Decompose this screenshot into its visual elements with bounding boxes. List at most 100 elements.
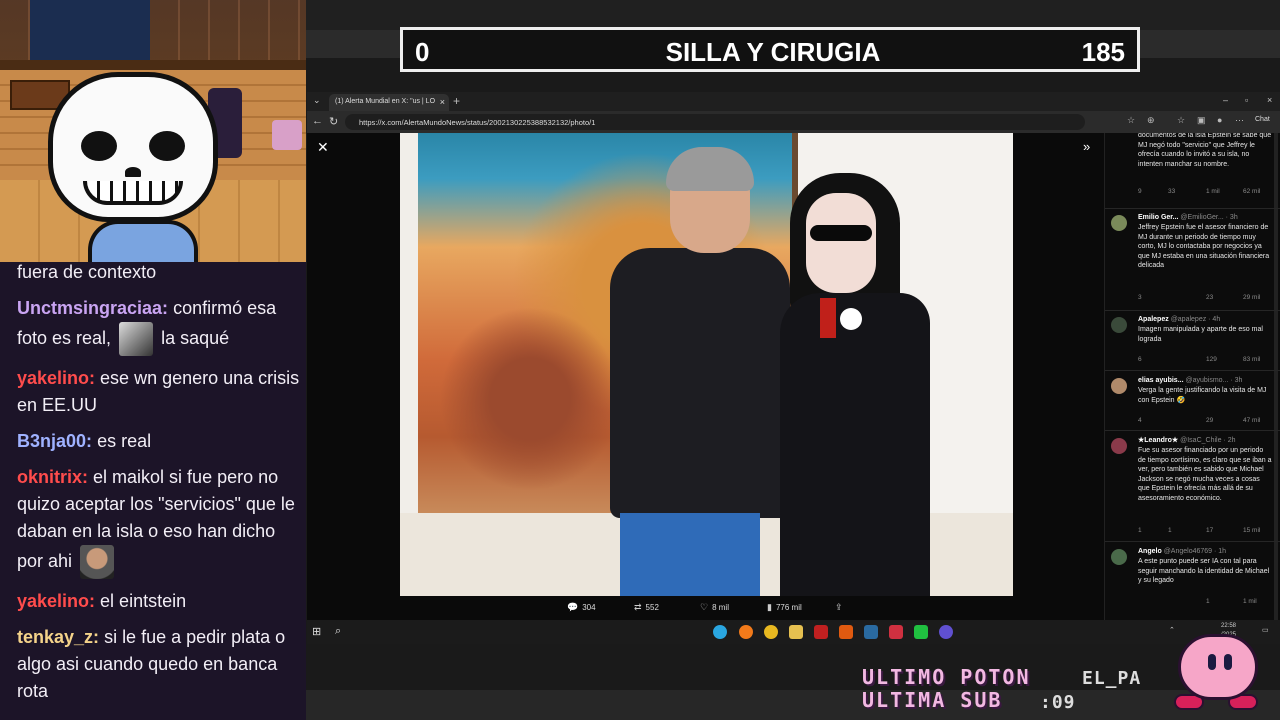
app-icon[interactable] — [814, 625, 828, 639]
photo-actions: 💬 304 ⇄ 552 ♡ 8 mil ▮ 776 mil ⇪ — [307, 596, 1104, 620]
more-icon[interactable]: ⋯ — [1235, 115, 1244, 126]
heart-icon: ♡ — [700, 602, 709, 612]
close-tab-icon[interactable]: × — [440, 97, 445, 107]
obs-icon[interactable] — [939, 625, 953, 639]
edge-icon[interactable] — [713, 625, 727, 639]
reply-text: Imagen manipulada y aparte de eso mal lo… — [1138, 326, 1263, 343]
search-icon[interactable]: ⌕ — [335, 625, 349, 639]
windows-icon[interactable]: ⊞ — [312, 625, 326, 639]
overlay-name: EL_PA — [1082, 668, 1142, 689]
chrome-icon[interactable] — [764, 625, 778, 639]
reply-tweet[interactable]: Angelo @Angelo46769 · 1h A este punto pu… — [1111, 547, 1273, 609]
close-window-icon[interactable]: × — [1267, 95, 1272, 105]
reply-header: elias ayubis... @ayubismo... · 3h — [1138, 377, 1243, 384]
chat-username[interactable]: tenkay_z: — [17, 627, 99, 647]
chat-message: Unctmsingraciaa: confirmó esa foto es re… — [17, 295, 306, 356]
refresh-icon[interactable]: ↻ — [329, 115, 338, 128]
reply-tweet[interactable]: ★Leandro★ @IsaC_Chile · 2h Fue su asesor… — [1111, 436, 1273, 541]
reply-tweet[interactable]: elias ayubis... @ayubismo... · 3h Verga … — [1111, 376, 1273, 424]
extensions-icon[interactable]: ☆ — [1127, 115, 1135, 126]
scrollbar[interactable] — [1274, 133, 1278, 620]
avatar[interactable] — [1111, 215, 1127, 231]
share-icon: ⇪ — [835, 602, 843, 612]
repost-count: 552 — [645, 603, 659, 612]
ceiling-beam — [0, 60, 306, 70]
reply-header: Angelo @Angelo46769 · 1h — [1138, 548, 1227, 555]
person-left-jeans — [620, 513, 760, 596]
close-icon[interactable]: ✕ — [317, 139, 329, 156]
like-button[interactable]: ♡ 8 mil — [700, 602, 729, 613]
photo-viewer: ✕ » 💬 304 ⇄ 552 ♡ 8 mil ▮ 776 mil ⇪ — [307, 133, 1104, 620]
firefox-icon[interactable] — [739, 625, 753, 639]
replies-panel: documentos de la isla Epstein se sabe qu… — [1104, 133, 1280, 620]
maximize-icon[interactable]: ▫ — [1245, 95, 1248, 105]
avatar-grin — [83, 181, 183, 205]
overlay-line-1: ULTIMO POTON — [862, 665, 1031, 689]
game-icon[interactable] — [839, 625, 853, 639]
reply-icon: 💬 — [567, 602, 579, 612]
stream-screen: fuera de contexto Unctmsingraciaa: confi… — [0, 0, 1280, 720]
reply-text: A este punto puede ser IA con tal para s… — [1138, 558, 1270, 584]
emote-icon — [119, 322, 154, 356]
divider — [1105, 541, 1280, 542]
expand-icon[interactable]: » — [1083, 139, 1090, 154]
person-right-face — [806, 193, 876, 293]
windows-taskbar: ⊞ ⌕ ⌃ 22:58 /2025 ▭ — [307, 620, 1280, 644]
decoration — [272, 120, 302, 150]
collections-icon[interactable]: ▣ — [1197, 115, 1206, 126]
game-launcher-icon[interactable] — [914, 625, 928, 639]
chat-message: yakelino: ese wn genero una crisis en EE… — [17, 365, 306, 419]
avatar[interactable] — [1111, 378, 1127, 394]
webcam-overlay — [0, 0, 306, 262]
reply-count: 304 — [582, 603, 596, 612]
chat-text: fuera de contexto — [17, 262, 157, 282]
kirby-body — [1178, 634, 1258, 700]
sub-goal-overlay: ULTIMO POTON ULTIMA SUB — [862, 666, 1031, 712]
reply-tweet[interactable]: documentos de la isla Epstein se sabe qu… — [1111, 133, 1273, 201]
reply-text: Fue su asesor financiado por un periodo … — [1138, 447, 1272, 502]
folder-icon[interactable] — [789, 625, 803, 639]
chat-username[interactable]: B3nja00: — [17, 431, 92, 451]
view-count: 776 mil — [775, 603, 802, 612]
repost-button[interactable]: ⇄ 552 — [634, 602, 659, 613]
chat-username[interactable]: yakelino: — [17, 368, 95, 388]
url-field[interactable]: https://x.com/AlertaMundoNews/status/200… — [345, 114, 1085, 130]
background-taskbar — [306, 690, 1280, 720]
reply-tweet[interactable]: Emilio Ger... @EmilioGer... · 3h Jeffrey… — [1111, 213, 1273, 301]
avatar[interactable] — [1111, 438, 1127, 454]
back-icon[interactable]: ← — [312, 115, 323, 127]
minimize-icon[interactable]: – — [1223, 95, 1228, 105]
copilot-chat-button[interactable]: Chat — [1255, 116, 1270, 123]
valorant-icon[interactable] — [889, 625, 903, 639]
reply-tweet[interactable]: Apalepez @apalepez · 4h Imagen manipulad… — [1111, 315, 1273, 363]
person-right-body — [780, 293, 930, 596]
tab-menu-icon[interactable]: ⌄ — [313, 95, 321, 106]
we-emote-icon — [80, 545, 115, 579]
person-left — [600, 147, 800, 596]
chat-text: el eintstein — [100, 591, 187, 611]
steam-icon[interactable] — [864, 625, 878, 639]
chat-username[interactable]: yakelino: — [17, 591, 95, 611]
sky-window — [30, 0, 150, 60]
browser-window: ⌄ (1) Alerta Mundial en X: "us | LO × + … — [307, 92, 1280, 620]
tab-x-post[interactable]: (1) Alerta Mundial en X: "us | LO × — [329, 94, 449, 111]
share-button[interactable]: ⇪ — [835, 602, 847, 613]
reply-button[interactable]: 💬 304 — [567, 602, 596, 613]
reply-text: Verga la gente justificando la visita de… — [1138, 387, 1267, 404]
divider — [1105, 370, 1280, 371]
chat-username[interactable]: oknitrix: — [17, 467, 88, 487]
translate-icon[interactable]: ⊕ — [1147, 115, 1155, 126]
favorites-icon[interactable]: ☆ — [1177, 115, 1185, 126]
repost-icon: ⇄ — [634, 602, 642, 612]
banner-right-count: 185 — [1081, 37, 1125, 67]
new-tab-icon[interactable]: + — [453, 94, 460, 108]
sunglasses — [810, 225, 872, 241]
reply-text: documentos de la isla Epstein se sabe qu… — [1138, 133, 1272, 168]
profile-icon[interactable]: ● — [1217, 115, 1222, 125]
avatar[interactable] — [1111, 317, 1127, 333]
views-button[interactable]: ▮ 776 mil — [767, 602, 802, 613]
avatar[interactable] — [1111, 549, 1127, 565]
skull-avatar — [48, 72, 218, 222]
chat-username[interactable]: Unctmsingraciaa: — [17, 298, 168, 318]
kirby-sprite — [1172, 628, 1264, 712]
